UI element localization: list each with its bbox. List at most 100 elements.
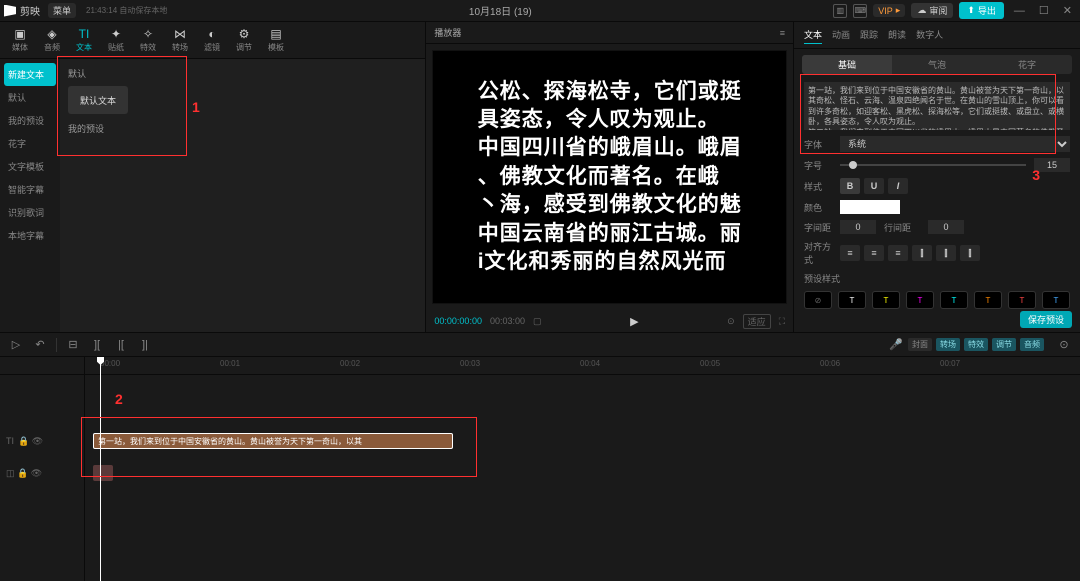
tl-chip-4[interactable]: 音频 bbox=[1020, 338, 1044, 351]
tool-transition[interactable]: ⋈转场 bbox=[164, 24, 196, 56]
tool-text[interactable]: TI文本 bbox=[68, 24, 100, 56]
preset-default-text[interactable]: 默认文本 bbox=[68, 86, 128, 114]
tool-sticker[interactable]: ✦贴纸 bbox=[100, 24, 132, 56]
spacing-input[interactable] bbox=[840, 220, 876, 234]
tl-undo-icon[interactable]: ↶ bbox=[32, 337, 48, 353]
rp-tab-anim[interactable]: 动画 bbox=[832, 26, 850, 44]
preset-6[interactable]: T bbox=[1008, 291, 1036, 309]
tool-audio[interactable]: ◈音频 bbox=[36, 24, 68, 56]
preset-1[interactable]: T bbox=[838, 291, 866, 309]
timeline-ruler[interactable]: 00:00 00:01 00:02 00:03 00:04 00:05 00:0… bbox=[85, 357, 1080, 375]
sidebar-local-caption[interactable]: 本地字幕 bbox=[0, 224, 60, 247]
rp-tab-digital[interactable]: 数字人 bbox=[916, 26, 943, 44]
menu-dropdown[interactable]: 菜单 bbox=[48, 3, 76, 18]
line-label: 行间距 bbox=[884, 221, 920, 234]
ratio-button[interactable]: 适应 bbox=[743, 314, 771, 329]
section-label: 默认 bbox=[68, 67, 417, 80]
preset-2[interactable]: T bbox=[872, 291, 900, 309]
annotation-label-2: 2 bbox=[115, 391, 123, 407]
font-select[interactable]: 系统 bbox=[840, 136, 1070, 152]
preset-7[interactable]: T bbox=[1042, 291, 1070, 309]
tool-template[interactable]: ▤模板 bbox=[260, 24, 292, 56]
annotation-label-3: 3 bbox=[1032, 167, 1040, 183]
tool-adjust[interactable]: ⚙调节 bbox=[228, 24, 260, 56]
export-button[interactable]: ⬆ 导出 bbox=[959, 2, 1004, 19]
rp-sub-basic[interactable]: 基础 bbox=[802, 55, 892, 74]
line-input[interactable] bbox=[928, 220, 964, 234]
tl-chip-1[interactable]: 转场 bbox=[936, 338, 960, 351]
minimize-button[interactable]: — bbox=[1010, 5, 1029, 17]
align-v3[interactable]: ⫿ bbox=[960, 245, 980, 261]
bold-button[interactable]: B bbox=[840, 178, 860, 194]
project-title: 10月18日 (19) bbox=[167, 3, 833, 18]
tl-settings-icon[interactable]: ⊙ bbox=[1056, 337, 1072, 353]
sidebar-huazi[interactable]: 花字 bbox=[0, 132, 60, 155]
autosave-status: 21:43:14 自动保存本地 bbox=[86, 5, 167, 16]
tl-chip-2[interactable]: 特效 bbox=[964, 338, 988, 351]
align-left[interactable]: ≡ bbox=[840, 245, 860, 261]
app-logo-icon bbox=[4, 5, 16, 17]
shortcut-icon[interactable]: ⌨ bbox=[853, 4, 867, 18]
player-menu-icon[interactable]: ≡ bbox=[780, 28, 785, 38]
sidebar-default[interactable]: 默认 bbox=[0, 86, 60, 109]
mic-icon[interactable]: 🎤 bbox=[888, 337, 904, 353]
layout-icon[interactable]: ▥ bbox=[833, 4, 847, 18]
playhead[interactable] bbox=[100, 357, 101, 581]
rp-sub-bubble[interactable]: 气泡 bbox=[892, 55, 982, 74]
font-label: 字体 bbox=[804, 138, 832, 151]
save-preset-button[interactable]: 保存预设 bbox=[1020, 311, 1072, 328]
rp-tab-track[interactable]: 跟踪 bbox=[860, 26, 878, 44]
preset-3[interactable]: T bbox=[906, 291, 934, 309]
tl-split-icon[interactable]: ][ bbox=[89, 337, 105, 353]
track-media-label[interactable]: ◫ 🔒 👁 bbox=[0, 457, 84, 489]
tl-chip-3[interactable]: 调节 bbox=[992, 338, 1016, 351]
align-v2[interactable]: ⫿ bbox=[936, 245, 956, 261]
media-clip[interactable] bbox=[93, 465, 113, 481]
fullscreen-icon[interactable]: ⛶ bbox=[779, 316, 785, 327]
tool-effect[interactable]: ✧特效 bbox=[132, 24, 164, 56]
tl-split2-icon[interactable]: |[ bbox=[113, 337, 129, 353]
tl-chip-cover[interactable]: 封面 bbox=[908, 338, 932, 351]
size-label: 字号 bbox=[804, 159, 832, 172]
preset-none[interactable]: ⊘ bbox=[804, 291, 832, 309]
align-right[interactable]: ≡ bbox=[888, 245, 908, 261]
rp-sub-huazi[interactable]: 花字 bbox=[982, 55, 1072, 74]
tl-split3-icon[interactable]: ]| bbox=[137, 337, 153, 353]
caption-icon[interactable]: ▢ bbox=[533, 316, 542, 327]
sidebar-smart-caption[interactable]: 智能字幕 bbox=[0, 178, 60, 201]
review-button[interactable]: ☁ 审阅 bbox=[911, 3, 953, 18]
tl-cut-icon[interactable]: ⊟ bbox=[65, 337, 81, 353]
zoom-icon[interactable]: ⊙ bbox=[727, 316, 735, 327]
sidebar-text-template[interactable]: 文字模板 bbox=[0, 155, 60, 178]
my-preset-label: 我的预设 bbox=[68, 122, 417, 135]
rp-tab-read[interactable]: 朗读 bbox=[888, 26, 906, 44]
tl-select-icon[interactable]: ▷ bbox=[8, 337, 24, 353]
italic-button[interactable]: I bbox=[888, 178, 908, 194]
sidebar-new-text[interactable]: 新建文本 bbox=[4, 63, 56, 86]
underline-button[interactable]: U bbox=[864, 178, 884, 194]
sidebar-lyric[interactable]: 识别歌词 bbox=[0, 201, 60, 224]
close-button[interactable]: ✕ bbox=[1059, 4, 1076, 17]
spacing-label: 字间距 bbox=[804, 221, 832, 234]
color-label: 颜色 bbox=[804, 201, 832, 214]
preview-text: 公松、探海松寺，它们或挺 具姿态，令人叹为观止。 中国四川省的峨眉山。峨眉 、佛… bbox=[478, 78, 742, 276]
color-swatch[interactable] bbox=[840, 200, 900, 214]
track-text-label[interactable]: TI 🔒 👁 bbox=[0, 425, 84, 457]
sidebar-my-preset[interactable]: 我的预设 bbox=[0, 109, 60, 132]
align-center[interactable]: ≡ bbox=[864, 245, 884, 261]
rp-tab-text[interactable]: 文本 bbox=[804, 26, 822, 44]
text-clip[interactable]: 第一站，我们来到位于中国安徽省的黄山。黄山被誉为天下第一奇山，以其 bbox=[93, 433, 453, 449]
preset-5[interactable]: T bbox=[974, 291, 1002, 309]
align-v1[interactable]: ⫿ bbox=[912, 245, 932, 261]
player-canvas[interactable]: 公松、探海松寺，它们或挺 具姿态，令人叹为观止。 中国四川省的峨眉山。峨眉 、佛… bbox=[432, 50, 787, 304]
text-content-input[interactable]: 第一站，我们来到位于中国安徽省的黄山。黄山被誉为天下第一奇山，以其奇松、怪石、云… bbox=[804, 82, 1070, 130]
style-label: 样式 bbox=[804, 180, 832, 193]
size-slider[interactable] bbox=[840, 164, 1026, 166]
preset-4[interactable]: T bbox=[940, 291, 968, 309]
tool-media[interactable]: ▣媒体 bbox=[4, 24, 36, 56]
maximize-button[interactable]: ☐ bbox=[1035, 4, 1053, 17]
play-button[interactable]: ▶ bbox=[550, 315, 720, 328]
app-name: 剪映 bbox=[20, 3, 40, 18]
vip-badge[interactable]: VIP ▸ bbox=[873, 4, 905, 17]
tool-filter[interactable]: ◐滤镜 bbox=[196, 24, 228, 56]
